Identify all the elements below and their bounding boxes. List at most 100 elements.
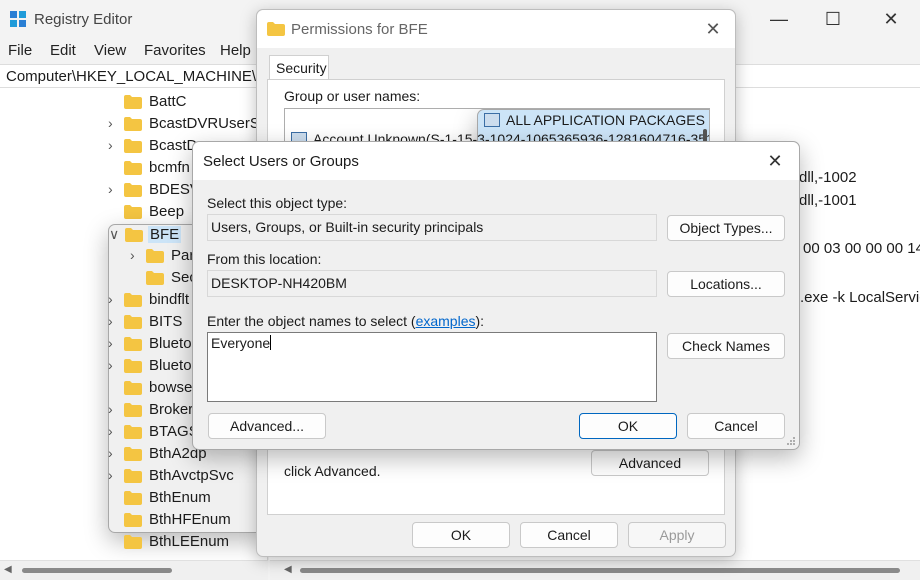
chevron-right-icon[interactable]: › xyxy=(108,423,118,439)
values-horizontal-scrollbar[interactable]: ◀ xyxy=(270,560,920,580)
examples-link[interactable]: examples xyxy=(416,313,476,329)
close-icon[interactable]: ✕ xyxy=(876,6,906,32)
folder-icon xyxy=(124,205,142,219)
object-type-field: Users, Groups, or Built-in security prin… xyxy=(207,214,657,241)
folder-icon xyxy=(146,271,164,285)
chevron-right-icon[interactable]: › xyxy=(130,247,140,263)
location-field: DESKTOP-NH420BM xyxy=(207,270,657,297)
menu-view[interactable]: View xyxy=(94,42,126,59)
menu-help[interactable]: Help xyxy=(220,42,251,59)
chevron-right-icon[interactable]: › xyxy=(108,313,118,329)
permissions-advanced-button[interactable]: Advanced xyxy=(591,450,709,476)
list-item-label: ALL APPLICATION PACKAGES xyxy=(506,112,705,128)
tree-item[interactable]: BthEnum xyxy=(108,488,267,510)
chevron-right-icon[interactable]: › xyxy=(108,115,118,131)
permissions-title: Permissions for BFE xyxy=(291,21,428,38)
scrollbar-thumb[interactable] xyxy=(300,568,900,573)
folder-icon xyxy=(124,535,142,549)
location-label: From this location: xyxy=(207,251,322,267)
menu-favorites[interactable]: Favorites xyxy=(144,42,206,59)
chevron-right-icon[interactable]: › xyxy=(108,335,118,351)
folder-icon xyxy=(124,293,142,307)
tree-item[interactable]: BthHFEnum xyxy=(108,510,267,532)
close-icon[interactable]: ✕ xyxy=(763,149,787,173)
chevron-down-icon[interactable]: ∨ xyxy=(109,226,119,243)
tree-item[interactable]: BthLEEnum xyxy=(108,532,267,554)
folder-icon xyxy=(124,161,142,175)
value-data: .exe -k LocalServic xyxy=(800,289,920,306)
scrollbar-thumb[interactable] xyxy=(22,568,172,573)
tree-item-label: Broker xyxy=(149,401,194,418)
folder-icon xyxy=(124,117,142,131)
value-data: dll,-1002 xyxy=(799,169,857,186)
select-users-title-bar: Select Users or Groups ✕ xyxy=(193,142,799,180)
maximize-icon[interactable]: ☐ xyxy=(818,6,848,32)
folder-icon xyxy=(124,95,142,109)
tree-item-label: BthLEEnum xyxy=(149,533,230,550)
select-users-dialog: Select Users or Groups ✕ Select this obj… xyxy=(192,141,800,450)
tree-item-label: bcmfn xyxy=(149,159,190,176)
chevron-right-icon[interactable]: › xyxy=(108,137,118,153)
folder-icon xyxy=(124,513,142,527)
folder-icon xyxy=(124,139,142,153)
folder-icon xyxy=(124,425,142,439)
object-type-label: Select this object type: xyxy=(207,195,348,211)
permissions-title-bar: Permissions for BFE ✕ xyxy=(257,10,735,48)
resize-grip-icon[interactable] xyxy=(786,436,796,446)
tab-security[interactable]: Security xyxy=(269,55,329,80)
close-icon[interactable]: ✕ xyxy=(701,17,725,41)
advanced-button[interactable]: Advanced... xyxy=(208,413,326,439)
folder-icon xyxy=(124,491,142,505)
object-names-value: Everyone xyxy=(211,335,271,351)
chevron-right-icon[interactable]: › xyxy=(108,357,118,373)
tree-item-label: BattC xyxy=(149,93,187,110)
ok-button[interactable]: OK xyxy=(579,413,677,439)
chevron-right-icon[interactable]: › xyxy=(108,181,118,197)
value-data: dll,-1001 xyxy=(799,192,857,209)
tree-item-label: Blueto xyxy=(149,357,192,374)
chevron-right-icon[interactable]: › xyxy=(108,401,118,417)
tree-horizontal-scrollbar[interactable]: ◀ xyxy=(0,560,268,580)
folder-icon xyxy=(124,469,142,483)
cancel-button[interactable]: Cancel xyxy=(687,413,785,439)
tree-item-label: BthAvctpSvc xyxy=(149,467,234,484)
tree-item[interactable]: BattC xyxy=(108,92,267,114)
folder-icon xyxy=(267,22,285,36)
registry-window-title: Registry Editor xyxy=(34,11,133,28)
folder-icon xyxy=(124,337,142,351)
scroll-left-icon[interactable]: ◀ xyxy=(284,564,292,575)
tree-item-label: BITS xyxy=(149,313,183,330)
locations-button[interactable]: Locations... xyxy=(667,271,785,297)
folder-icon xyxy=(124,447,142,461)
folder-icon xyxy=(124,315,142,329)
menu-file[interactable]: File xyxy=(8,42,32,59)
permissions-cancel-button[interactable]: Cancel xyxy=(520,522,618,548)
folder-icon xyxy=(124,359,142,373)
chevron-right-icon[interactable]: › xyxy=(108,291,118,307)
tree-item-label: BthEnum xyxy=(149,489,211,506)
object-names-input[interactable]: Everyone xyxy=(207,332,657,402)
chevron-right-icon[interactable]: › xyxy=(108,467,118,483)
tree-item-label: bowse xyxy=(149,379,193,396)
folder-icon xyxy=(124,403,142,417)
scroll-left-icon[interactable]: ◀ xyxy=(4,564,12,575)
permissions-apply-button[interactable]: Apply xyxy=(628,522,726,548)
tree-item-label: BcastDVRUserS xyxy=(149,115,260,132)
text-caret xyxy=(270,335,272,350)
tree-item[interactable]: › BthAvctpSvc xyxy=(108,466,267,488)
chevron-right-icon[interactable]: › xyxy=(108,445,118,461)
object-types-button[interactable]: Object Types... xyxy=(667,215,785,241)
tree-item[interactable]: › BcastDVRUserS xyxy=(108,114,267,136)
minimize-icon[interactable]: — xyxy=(764,6,794,32)
tree-item-label: Blueto xyxy=(149,335,192,352)
check-names-button[interactable]: Check Names xyxy=(667,333,785,359)
folder-icon xyxy=(124,381,142,395)
object-names-label: Enter the object names to select (exampl… xyxy=(207,313,484,329)
menu-edit[interactable]: Edit xyxy=(50,42,76,59)
permissions-ok-button[interactable]: OK xyxy=(412,522,510,548)
tree-item-label: BthHFEnum xyxy=(149,511,231,528)
group-icon xyxy=(484,113,500,127)
folder-icon xyxy=(124,183,142,197)
registry-editor-icon xyxy=(10,11,26,27)
object-names-label-text: Enter the object names to select ( xyxy=(207,313,416,329)
